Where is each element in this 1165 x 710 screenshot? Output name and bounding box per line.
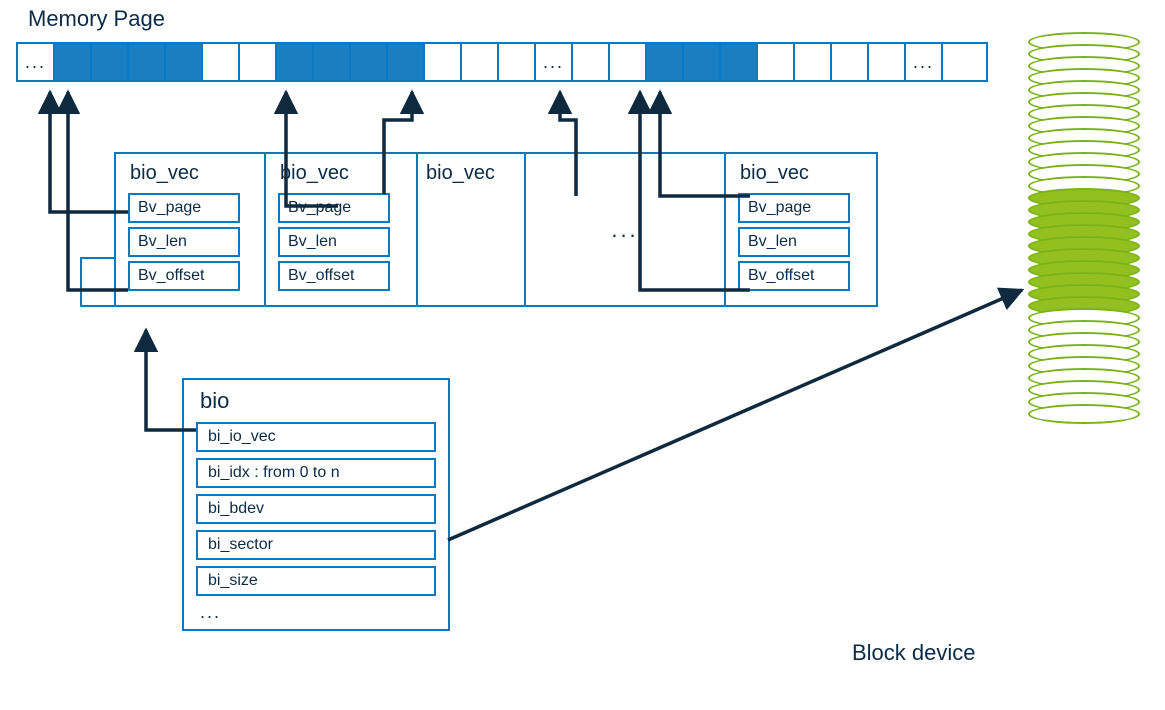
memory-page-strip: ......... — [16, 42, 988, 82]
bio-vec-field-bv-page: Bv_page — [738, 193, 850, 223]
bio-vec-field-bv-len: Bv_len — [128, 227, 240, 257]
bio-vec-field-bv-offset: Bv_offset — [278, 261, 390, 291]
memory-cell — [240, 44, 277, 80]
memory-cell — [943, 44, 980, 80]
bio-vec-title: bio_vec — [130, 162, 254, 185]
memory-cell — [166, 44, 203, 80]
memory-cell — [129, 44, 166, 80]
memory-cell — [684, 44, 721, 80]
bio-field-bi-bdev: bi_bdev — [196, 494, 436, 524]
bio-vec-title: bio_vec — [280, 162, 406, 185]
memory-cell — [795, 44, 832, 80]
memory-cell: ... — [536, 44, 573, 80]
bio-struct-ellipsis: ... — [200, 602, 436, 623]
memory-cell — [462, 44, 499, 80]
bio-vec-box-2: bio_vec Bv_page Bv_len Bv_offset — [266, 152, 418, 307]
bio-vec-field-bv-len: Bv_len — [738, 227, 850, 257]
memory-cell — [610, 44, 647, 80]
memory-cell — [314, 44, 351, 80]
bio-field-bi-io-vec: bi_io_vec — [196, 422, 436, 452]
memory-cell — [499, 44, 536, 80]
bio-vec-title: bio_vec — [426, 162, 514, 185]
memory-cell — [55, 44, 92, 80]
memory-cell: ... — [906, 44, 943, 80]
bio-vec-field-bv-offset: Bv_offset — [738, 261, 850, 291]
block-device-disk — [1028, 404, 1140, 424]
bio-vec-box-1: bio_vec Bv_page Bv_len Bv_offset — [114, 152, 266, 307]
block-device-label: Block device — [852, 640, 976, 666]
block-device-cylinder — [1028, 32, 1140, 424]
bio-field-bi-sector: bi_sector — [196, 530, 436, 560]
bio-vec-field-bv-len: Bv_len — [278, 227, 390, 257]
bio-struct-box: bio bi_io_vec bi_idx : from 0 to n bi_bd… — [182, 378, 450, 631]
memory-cell — [721, 44, 758, 80]
bio-vec-row: bio_vec Bv_page Bv_len Bv_offset bio_vec… — [80, 152, 878, 307]
memory-cell — [869, 44, 906, 80]
bio-vec-box-n: bio_vec Bv_page Bv_len Bv_offset — [726, 152, 878, 307]
bio-vec-title: bio_vec — [740, 162, 866, 185]
memory-cell — [647, 44, 684, 80]
memory-cell — [351, 44, 388, 80]
bio-struct-title: bio — [200, 388, 436, 414]
memory-cell — [832, 44, 869, 80]
bio-vec-box-3-header: bio_vec — [418, 152, 526, 307]
bio-vec-field-bv-offset: Bv_offset — [128, 261, 240, 291]
arrows-layer — [0, 0, 1165, 710]
bio-vec-field-bv-page: Bv_page — [278, 193, 390, 223]
bio-vec-lead-stub — [80, 257, 114, 307]
bio-field-bi-size: bi_size — [196, 566, 436, 596]
bio-vec-ellipsis: ... — [526, 152, 726, 307]
memory-cell — [758, 44, 795, 80]
memory-page-title: Memory Page — [28, 6, 165, 32]
memory-cell — [277, 44, 314, 80]
memory-cell: ... — [18, 44, 55, 80]
memory-cell — [573, 44, 610, 80]
memory-cell — [92, 44, 129, 80]
memory-cell — [425, 44, 462, 80]
bio-vec-field-bv-page: Bv_page — [128, 193, 240, 223]
bio-field-bi-idx: bi_idx : from 0 to n — [196, 458, 436, 488]
memory-cell — [388, 44, 425, 80]
memory-cell — [203, 44, 240, 80]
